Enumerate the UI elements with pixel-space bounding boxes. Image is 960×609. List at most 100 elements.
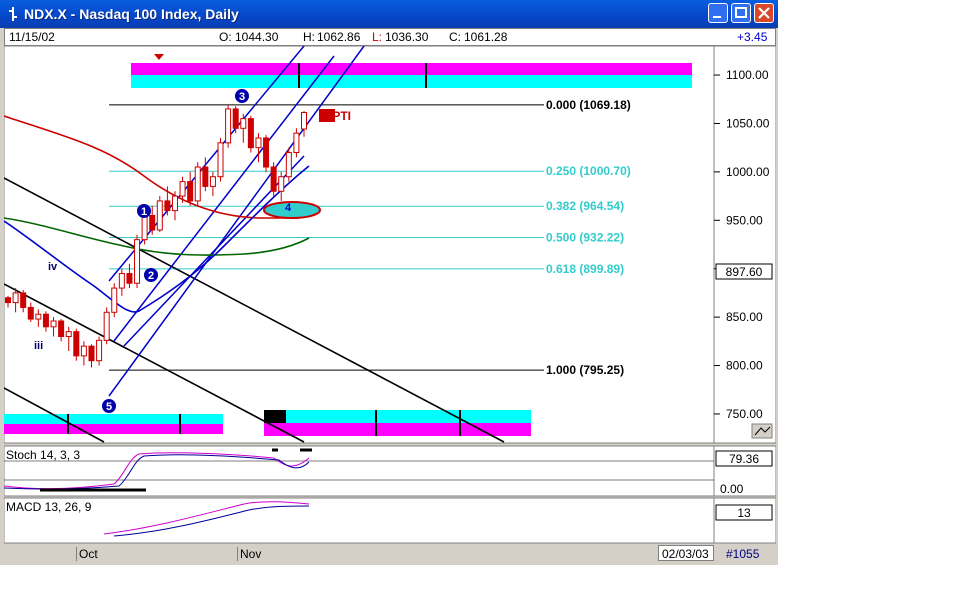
candle-body bbox=[65, 331, 72, 337]
candle-body bbox=[50, 320, 57, 328]
low-value: 1036.30 bbox=[385, 30, 429, 44]
close-label: C: bbox=[449, 30, 461, 44]
chart-tool-icon[interactable] bbox=[751, 423, 773, 439]
candle-body bbox=[80, 345, 87, 357]
wave-1-label: 1 bbox=[137, 204, 151, 218]
candle-body bbox=[103, 311, 110, 341]
cycle-band-marker bbox=[264, 410, 286, 423]
candle-body bbox=[156, 200, 163, 231]
candle-body bbox=[225, 108, 232, 144]
price-tick-label: 750.00 bbox=[726, 407, 763, 421]
cycle-band-cyan-bl bbox=[4, 414, 223, 424]
open-value: 1044.30 bbox=[235, 30, 279, 44]
candle-body bbox=[187, 181, 194, 202]
candle-body bbox=[293, 132, 300, 154]
svg-text:5: 5 bbox=[106, 401, 112, 413]
candle-body bbox=[278, 176, 285, 192]
candle-body bbox=[96, 339, 103, 362]
candle-body bbox=[247, 118, 254, 149]
candle-body bbox=[179, 181, 186, 197]
cycle-band-magenta-bl bbox=[4, 424, 223, 434]
wave-4-label: 4 bbox=[285, 202, 292, 214]
price-tick-label: 950.00 bbox=[726, 213, 763, 227]
close-icon bbox=[758, 7, 770, 19]
candle-body bbox=[5, 297, 11, 304]
candle-body bbox=[118, 273, 125, 289]
candle-body bbox=[134, 239, 141, 284]
month-oct: Oct bbox=[76, 547, 98, 561]
candle-body bbox=[164, 200, 171, 212]
candle-body bbox=[126, 273, 133, 284]
close-button[interactable] bbox=[754, 3, 774, 23]
candle-body bbox=[58, 320, 65, 337]
candle-body bbox=[27, 306, 34, 320]
stoch-value: 79.36 bbox=[729, 452, 759, 466]
last-price-tag: 897.60 bbox=[726, 265, 763, 279]
candle-body bbox=[232, 108, 239, 129]
macd-panel bbox=[4, 497, 715, 544]
fib-level-label: 0.500 (932.22) bbox=[546, 231, 624, 245]
price-tick-label: 1000.00 bbox=[726, 165, 770, 179]
minimize-icon bbox=[713, 16, 721, 18]
fib-level-label: 0.382 (964.54) bbox=[546, 199, 624, 213]
cycle-band-magenta-top bbox=[131, 63, 692, 75]
price-tick-label: 850.00 bbox=[726, 310, 763, 324]
svg-text:3: 3 bbox=[239, 91, 245, 103]
price-tick-label: 1050.00 bbox=[726, 116, 770, 130]
maximize-button[interactable] bbox=[731, 3, 751, 23]
candle-body bbox=[270, 166, 277, 192]
wave-5-label: 5 bbox=[102, 399, 116, 413]
candle-body bbox=[111, 287, 118, 313]
end-date: 02/03/03 bbox=[662, 547, 709, 561]
quote-date: 11/15/02 bbox=[9, 30, 55, 44]
low-label: L: bbox=[372, 30, 383, 44]
candle-body bbox=[301, 112, 307, 130]
cycle-band-magenta-br bbox=[264, 423, 531, 436]
candle-body bbox=[88, 345, 95, 362]
chart-app-icon bbox=[9, 7, 17, 21]
candle-body bbox=[255, 137, 262, 149]
wave-2-label: 2 bbox=[144, 268, 158, 282]
wave-iv-label: iv bbox=[48, 261, 58, 273]
close-value: 1061.28 bbox=[464, 30, 508, 44]
window-title: NDX.X - Nasdaq 100 Index, Daily bbox=[24, 6, 239, 22]
candle-body bbox=[171, 195, 178, 212]
wave-3-label: 3 bbox=[235, 89, 249, 103]
quote-bar: 11/15/02 O: 1044.30 H: 1062.86 L: 1036.3… bbox=[4, 28, 776, 46]
change-value: +3.45 bbox=[737, 30, 768, 44]
title-bar[interactable]: NDX.X - Nasdaq 100 Index, Daily bbox=[0, 0, 778, 28]
stoch-title: Stoch 14, 3, 3 bbox=[6, 448, 80, 462]
candle-body bbox=[141, 214, 148, 241]
bar-count: #1055 bbox=[726, 547, 760, 561]
status-bar: Oct Nov 02/03/03 #1055 bbox=[4, 545, 776, 563]
price-chart[interactable]: 0.000 (1069.18) 0.250 (1000.70) 0.382 (964… bbox=[4, 46, 776, 546]
fib-level-label: 1.000 (795.25) bbox=[546, 363, 624, 377]
open-label: O: bbox=[219, 30, 232, 44]
candle-body bbox=[285, 152, 292, 178]
candle-body bbox=[12, 292, 19, 304]
candle-body bbox=[149, 214, 156, 231]
fib-level-label: 0.000 (1069.18) bbox=[546, 98, 631, 112]
minimize-button[interactable] bbox=[708, 3, 728, 23]
wave-4-highlight bbox=[263, 201, 321, 219]
wave-iii-label: iii bbox=[34, 340, 43, 352]
month-nov: Nov bbox=[237, 547, 261, 561]
candle-body bbox=[209, 176, 216, 187]
candle-body bbox=[35, 313, 42, 320]
fib-level-label: 0.250 (1000.70) bbox=[546, 164, 631, 178]
candle-body bbox=[42, 313, 49, 328]
cycle-band-cyan-br bbox=[264, 410, 531, 423]
candle-body bbox=[20, 292, 27, 308]
stoch-axis-tick: 0.00 bbox=[720, 482, 744, 496]
macd-title: MACD 13, 26, 9 bbox=[6, 500, 92, 514]
svg-text:1: 1 bbox=[141, 206, 147, 218]
macd-value: 13 bbox=[737, 506, 751, 520]
high-value: 1062.86 bbox=[317, 30, 361, 44]
maximize-icon bbox=[735, 7, 747, 18]
cycle-band-cyan-top bbox=[131, 75, 692, 88]
end-date-box[interactable]: 02/03/03 bbox=[658, 545, 714, 561]
price-tick-label: 1100.00 bbox=[726, 68, 769, 82]
price-axis bbox=[713, 46, 776, 444]
fib-level-label: 0.618 (899.89) bbox=[546, 262, 624, 276]
pti-annotation: 38PTI bbox=[319, 109, 351, 123]
